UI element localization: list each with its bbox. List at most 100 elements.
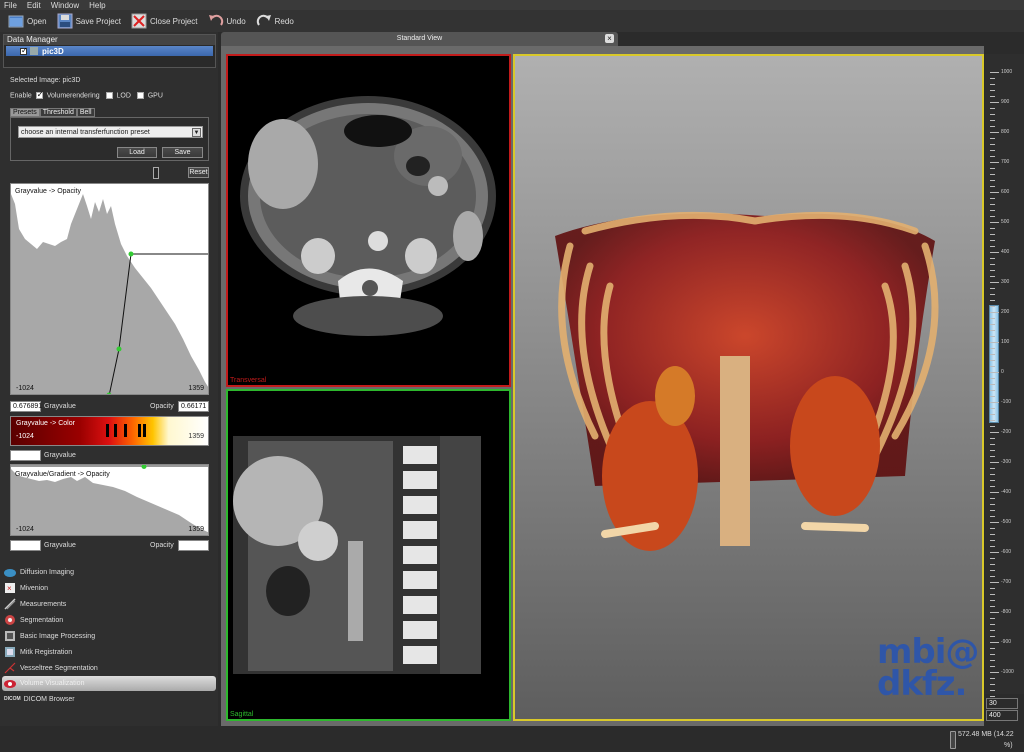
tab-bell[interactable]: Bell: [76, 108, 95, 117]
module-mivenion[interactable]: × Mivenion: [4, 581, 48, 595]
selected-image-label: Selected Image: pic3D: [10, 77, 81, 84]
image-node-icon: [30, 47, 38, 55]
color-grayvalue-input[interactable]: [10, 450, 41, 461]
ruler-minor-tick: [990, 366, 995, 367]
menu-help[interactable]: Help: [89, 1, 105, 10]
tab-presets[interactable]: Presets: [10, 108, 40, 117]
reset-button[interactable]: Reset: [188, 167, 209, 178]
color-point-handle[interactable]: [124, 424, 127, 437]
opacity-input[interactable]: 0.66171: [178, 401, 209, 412]
module-vesseltree-segmentation[interactable]: Vesseltree Segmentation: [4, 661, 98, 675]
module-mitk-registration[interactable]: Mitk Registration: [4, 645, 72, 659]
tf-toggle-handle[interactable]: [153, 167, 159, 179]
ruler-minor-tick: [990, 384, 995, 385]
ruler-tick: [990, 312, 999, 313]
opacity-tf-plot[interactable]: Grayvalue -> Opacity -1024 1359: [10, 183, 209, 395]
ruler-minor-tick: [990, 504, 995, 505]
menu-edit[interactable]: Edit: [27, 1, 41, 10]
ruler-minor-tick: [990, 678, 995, 679]
ruler-minor-tick: [990, 444, 995, 445]
color-point-handle[interactable]: [106, 424, 109, 437]
ruler-minor-tick: [990, 654, 995, 655]
menu-window[interactable]: Window: [51, 1, 79, 10]
opacity-tf-max: 1359: [188, 385, 204, 392]
ruler-minor-tick: [990, 540, 995, 541]
ruler-minor-tick: [990, 414, 995, 415]
module-dicom-browser[interactable]: DICOM DICOM Browser: [4, 692, 75, 706]
module-diffusion-imaging[interactable]: Diffusion Imaging: [4, 565, 74, 579]
save-project-button[interactable]: Save Project: [57, 13, 121, 29]
transversal-label: Transversal: [230, 377, 267, 384]
undo-button[interactable]: Undo: [208, 13, 246, 29]
save-icon: [57, 13, 73, 29]
gpu-checkbox[interactable]: [136, 92, 144, 99]
ruler-minor-tick: [990, 138, 995, 139]
mbi-dkfz-logo: mbi@ dkfz.: [877, 635, 979, 701]
ruler-tick: [990, 252, 999, 253]
preset-select-value: choose an internal transferfunction pres…: [21, 129, 150, 136]
preset-select[interactable]: choose an internal transferfunction pres…: [18, 126, 203, 138]
ruler-minor-tick: [990, 468, 995, 469]
render-3d-view[interactable]: mbi@ dkfz.: [513, 54, 984, 721]
volumerendering-checkbox[interactable]: [35, 90, 43, 99]
data-node-pic3d[interactable]: pic3D: [6, 46, 213, 56]
ruler-minor-tick: [990, 336, 995, 337]
redo-button[interactable]: Redo: [256, 13, 294, 29]
ruler-label: 600: [1001, 189, 1010, 195]
ruler-minor-tick: [990, 396, 995, 397]
module-basic-image-processing[interactable]: Basic Image Processing: [4, 629, 95, 643]
ruler-minor-tick: [990, 300, 995, 301]
gradient-tf-max: 1359: [188, 526, 204, 533]
ruler-minor-tick: [990, 564, 995, 565]
sagittal-view[interactable]: Sagittal: [226, 389, 511, 721]
level-window-slider[interactable]: [989, 305, 999, 423]
ruler-label: 700: [1001, 159, 1010, 165]
grayvalue-input[interactable]: 0.676891: [10, 401, 42, 412]
module-measurements[interactable]: Measurements: [4, 597, 66, 611]
color-tf-plot[interactable]: Grayvalue -> Color -1024 1359: [10, 416, 209, 446]
ruler-minor-tick: [990, 354, 995, 355]
color-point-handle[interactable]: [143, 424, 146, 437]
close-icon[interactable]: ×: [605, 34, 614, 43]
gradient-opacity-input[interactable]: [178, 540, 209, 551]
ruler-tick: [990, 102, 999, 103]
menu-file[interactable]: File: [4, 1, 17, 10]
ruler-minor-tick: [990, 666, 995, 667]
load-button[interactable]: Load: [117, 147, 157, 158]
module-volume-visualization[interactable]: Volume Visualization: [2, 676, 216, 691]
ruler-minor-tick: [990, 390, 995, 391]
ruler-minor-tick: [990, 408, 995, 409]
ruler-minor-tick: [990, 600, 995, 601]
level-input[interactable]: 30: [986, 698, 1018, 709]
opacity-tf-title: Grayvalue -> Opacity: [15, 188, 81, 195]
color-point-handle[interactable]: [138, 424, 141, 437]
chevron-down-icon: ▼: [192, 128, 201, 137]
window-input[interactable]: 400: [986, 710, 1018, 721]
color-tf-max: 1359: [188, 433, 204, 440]
lod-checkbox[interactable]: [105, 92, 113, 99]
ruler-minor-tick: [990, 174, 995, 175]
ruler-minor-tick: [990, 156, 995, 157]
gradient-tf-plot[interactable]: Grayvalue/Gradient -> Opacity -1024 1359: [10, 464, 209, 536]
close-project-button[interactable]: Close Project: [131, 13, 198, 29]
color-point-handle[interactable]: [114, 424, 117, 437]
gradient-grayvalue-input[interactable]: [10, 540, 41, 551]
registration-icon: [5, 647, 15, 657]
toolbar: Open Save Project Close Project Undo Red…: [0, 10, 1024, 32]
ruler-minor-tick: [990, 534, 995, 535]
standard-view-tab[interactable]: Standard View ×: [221, 32, 618, 46]
tab-threshold[interactable]: Threshold: [39, 108, 77, 117]
ruler-minor-tick: [990, 276, 995, 277]
ruler-minor-tick: [990, 180, 995, 181]
ruler-minor-tick: [990, 480, 995, 481]
opacity-label: Opacity: [150, 403, 174, 410]
ruler-tick: [990, 162, 999, 163]
open-button[interactable]: Open: [8, 13, 47, 29]
node-visibility-checkbox[interactable]: [20, 46, 28, 55]
transversal-view[interactable]: Transversal: [226, 54, 511, 387]
save-button[interactable]: Save: [162, 147, 203, 158]
ruler-label: -300: [1001, 459, 1012, 465]
module-segmentation[interactable]: Segmentation: [4, 613, 63, 627]
ruler-minor-tick: [990, 594, 995, 595]
level-window-ruler[interactable]: 1000 900 800 700 600 500 400 300 200 100 0 -100 -200…: [985, 54, 1024, 697]
